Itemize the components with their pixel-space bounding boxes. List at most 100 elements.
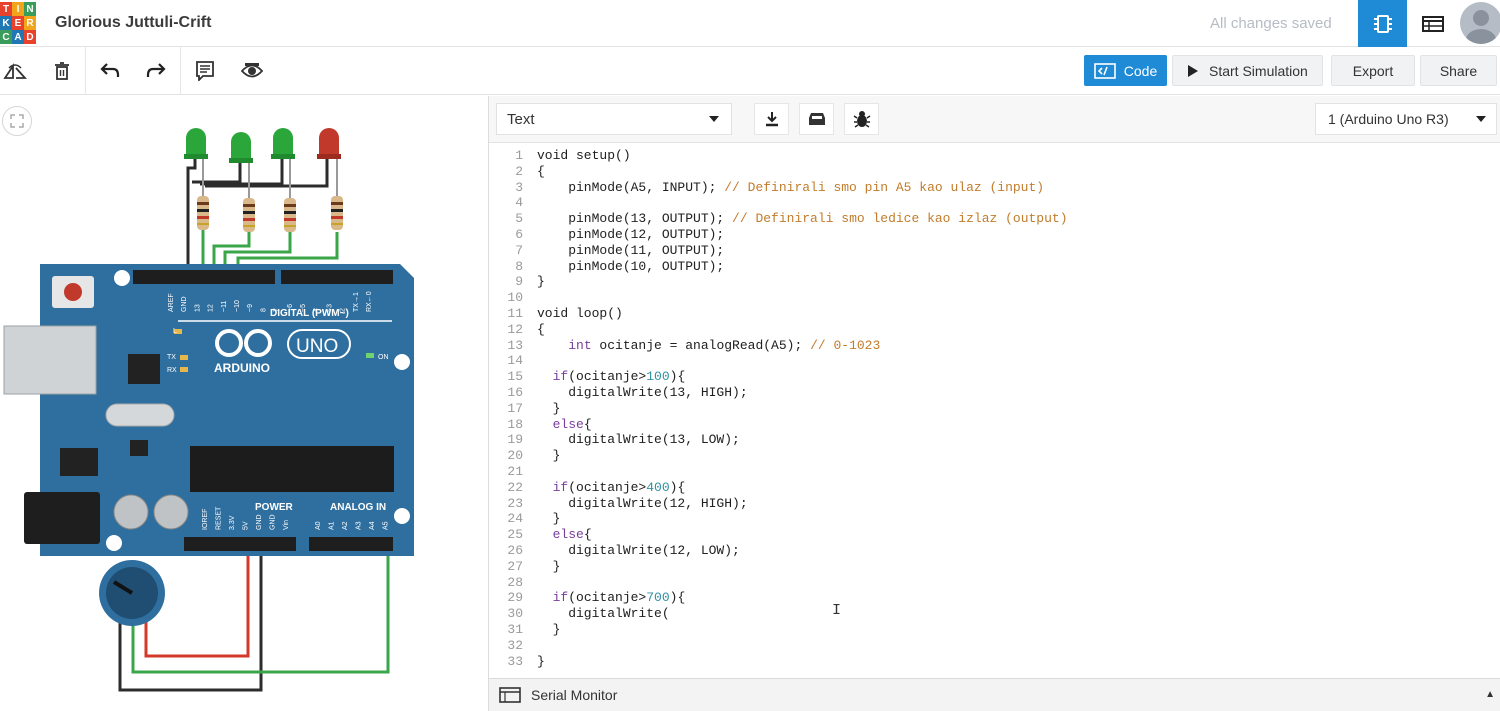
project-title[interactable]: Glorious Juttuli-Crift <box>55 14 211 32</box>
line-number: 12 <box>507 321 523 337</box>
library-icon <box>808 113 825 125</box>
line-number: 31 <box>507 622 523 637</box>
code-token: digitalWrite( <box>537 606 670 622</box>
circuit-canvas[interactable]: ARDUINO UNO DIGITAL (PWM~) POWER ANALOG … <box>0 96 488 711</box>
pin-label: 4 <box>313 308 320 312</box>
line-number: 18 <box>507 416 523 432</box>
export-button[interactable]: Export <box>1331 55 1415 86</box>
code-line: 4 <box>489 195 1500 211</box>
code-text: pinMode(11, OUTPUT); <box>537 243 724 259</box>
code-token: digitalWrite(13, HIGH); <box>537 385 748 400</box>
line-number: 11 <box>507 306 523 321</box>
serial-monitor-label: Serial Monitor <box>531 687 618 703</box>
toggle-notes-visibility-button[interactable] <box>238 57 266 85</box>
share-button[interactable]: Share <box>1420 55 1497 86</box>
components-list-button[interactable] <box>1408 0 1458 47</box>
fit-view-button[interactable] <box>2 106 32 136</box>
libraries-button[interactable] <box>799 103 834 135</box>
code-token: int <box>568 337 592 353</box>
code-line: 9} <box>489 274 1500 290</box>
digital-label: DIGITAL (PWM~) <box>270 308 349 319</box>
line-number: 33 <box>507 653 523 669</box>
code-line: 2{ <box>489 164 1500 180</box>
pin-label: ~10 <box>234 300 241 312</box>
code-line: 6 pinMode(12, OUTPUT); <box>489 227 1500 243</box>
debugger-button[interactable] <box>844 103 879 135</box>
line-number: 15 <box>507 369 523 385</box>
expand-caret-icon[interactable]: ▲ <box>1485 689 1495 700</box>
device-select[interactable]: 1 (Arduino Uno R3) <box>1315 103 1497 135</box>
chip-icon <box>1373 14 1392 33</box>
pin-label: ~9 <box>247 304 254 312</box>
line-number: 16 <box>507 385 523 400</box>
code-token: digitalWrite(12, HIGH); <box>537 495 748 511</box>
code-mode-select[interactable]: Text <box>496 103 732 135</box>
code-token: // Definirali smo pin A5 kao ulaz (input… <box>724 179 1045 195</box>
download-icon <box>765 112 778 127</box>
code-line: 10 <box>489 290 1500 306</box>
code-text: digitalWrite(13, HIGH); <box>537 385 748 401</box>
code-token: (ocitanje> <box>568 479 647 495</box>
rotate-button[interactable] <box>1 57 29 85</box>
circuit-drawing: ARDUINO UNO DIGITAL (PWM~) POWER ANALOG … <box>3 128 414 692</box>
code-toolbar: Text 1 (Arduino Uno R3) <box>489 96 1500 143</box>
pin-label: A1 <box>329 521 336 530</box>
code-token: if <box>552 479 569 495</box>
circuits-view-button[interactable] <box>1358 0 1407 47</box>
code-line: 29 if(ocitanje>700){ <box>489 590 1500 606</box>
code-text: digitalWrite( <box>537 606 670 622</box>
pin-label: GND <box>181 296 188 312</box>
code-line: 12 { <box>489 322 1500 338</box>
code-token: if <box>552 369 569 385</box>
line-number: 22 <box>507 479 523 495</box>
pin-label: 5V <box>243 521 250 530</box>
code-text: pinMode(12, OUTPUT); <box>537 227 724 243</box>
pin-label: A5 <box>383 521 390 530</box>
code-panel: Text 1 (Arduino Uno R3) I 1 void setup()… <box>488 96 1500 711</box>
terminal-icon <box>499 687 521 703</box>
code-line: 11 void loop() <box>489 306 1500 322</box>
toolbar-divider <box>85 47 86 95</box>
code-text: digitalWrite(12, HIGH); <box>537 495 748 512</box>
undo-button[interactable] <box>96 57 124 85</box>
code-text: { <box>537 164 545 180</box>
pin-label: 7 <box>274 308 281 312</box>
code-line: 7 pinMode(11, OUTPUT); <box>489 243 1500 259</box>
line-number: 2 <box>515 163 523 179</box>
code-text: void setup() <box>537 148 631 164</box>
notes-button[interactable] <box>191 57 219 85</box>
pin-label: RX←0 <box>366 291 373 312</box>
logo-letter: K <box>0 16 12 30</box>
download-code-button[interactable] <box>754 103 789 135</box>
code-line: 3 pinMode(A5, INPUT); // Definirali smo … <box>489 180 1500 196</box>
redo-button[interactable] <box>142 57 170 85</box>
eye-icon <box>241 63 263 78</box>
pin-label: A2 <box>342 521 349 530</box>
undo-icon <box>100 63 120 77</box>
resistor-2 <box>243 198 255 232</box>
board-name: ARDUINO <box>214 361 270 375</box>
board-model: UNO <box>296 336 338 357</box>
code-text: } <box>537 654 545 670</box>
start-simulation-button[interactable]: Start Simulation <box>1172 55 1323 86</box>
pin-label: 3.3V <box>229 515 236 530</box>
code-editor[interactable]: I 1 void setup() 2{3 pinMode(A5, INPUT); /… <box>489 144 1500 678</box>
code-line: 16 digitalWrite(13, HIGH); <box>489 385 1500 401</box>
resistor-4 <box>331 196 343 230</box>
code-text: } <box>537 622 561 638</box>
serial-monitor-bar[interactable]: Serial Monitor ▲ <box>489 678 1500 711</box>
delete-button[interactable] <box>48 57 76 85</box>
rx-led-label: RX <box>167 367 177 374</box>
on-label: ON <box>378 354 389 361</box>
pin-label: A0 <box>315 521 322 530</box>
logo-letter: N <box>24 2 36 16</box>
tinkercad-logo[interactable]: TINKERCAD <box>0 2 36 44</box>
code-text: if(ocitanje>100){ <box>537 369 686 385</box>
code-button[interactable]: Code <box>1084 55 1167 86</box>
tx-led-label: TX <box>167 354 176 361</box>
code-token: } <box>537 448 561 464</box>
fit-view-icon <box>10 114 24 128</box>
user-avatar[interactable] <box>1460 2 1500 44</box>
